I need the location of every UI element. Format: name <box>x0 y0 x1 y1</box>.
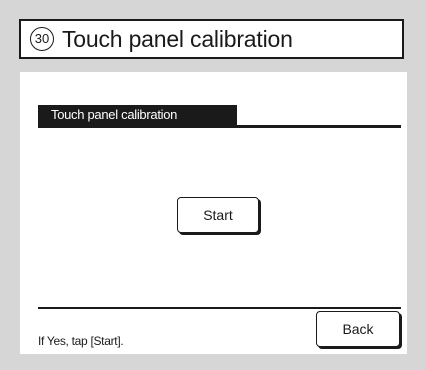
instruction-text: If Yes, tap [Start]. <box>38 334 124 348</box>
step-number-badge: 30 <box>30 27 54 51</box>
section-divider <box>38 125 401 128</box>
touch-panel-screen: Touch panel calibration Start Back If Ye… <box>20 72 407 354</box>
section-label: Touch panel calibration <box>38 105 237 125</box>
page-title-bar: 30 Touch panel calibration <box>19 19 404 59</box>
page-title: Touch panel calibration <box>62 25 293 52</box>
back-button[interactable]: Back <box>316 311 400 347</box>
start-button[interactable]: Start <box>177 197 259 233</box>
footer-divider <box>38 307 401 309</box>
